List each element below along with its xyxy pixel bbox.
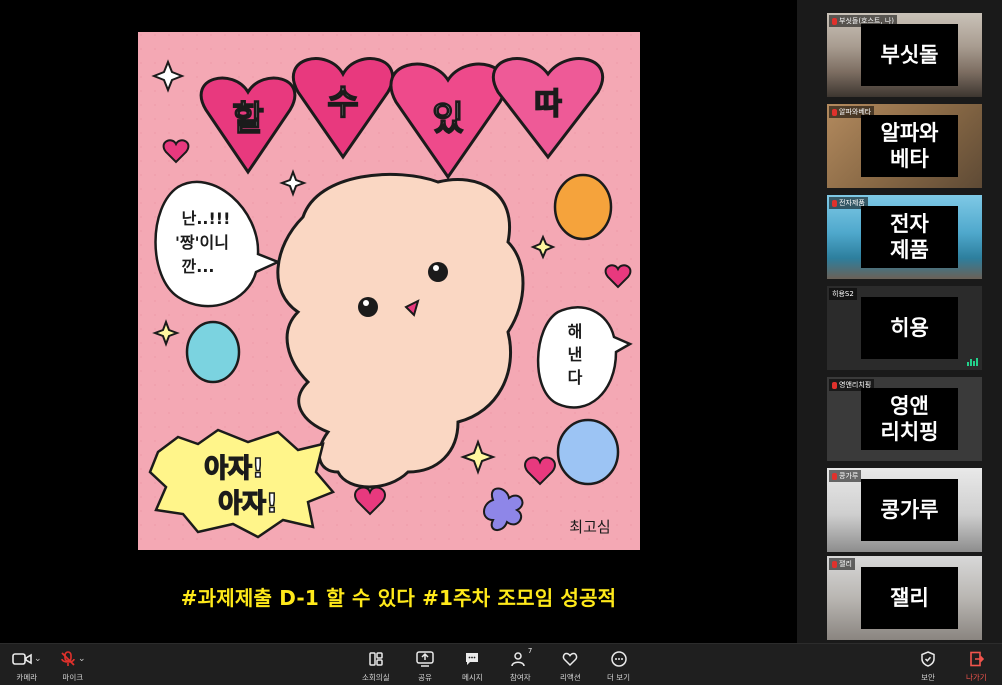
nickname-card: 히용 — [861, 297, 958, 359]
more-options-icon — [610, 651, 627, 667]
meeting-toolbar: ⌄ 카메라 ⌄ 마이크 소회의실 공유 메시지 7 참여자 리액션 더 보기 보… — [0, 643, 1002, 685]
participant-gallery[interactable]: 부싯돌(호스트, 나) 부싯돌 알파와베타 알파와 베타 전자제품 전자 제품 … — [797, 0, 1002, 643]
leave-button[interactable]: 나가기 — [966, 650, 987, 683]
nickname-card: 알파와 베타 — [861, 115, 958, 177]
participants-icon — [511, 652, 526, 667]
heart-letter-4: 따 — [534, 87, 562, 122]
muted-mic-icon — [832, 472, 837, 480]
participant-name: 잴리 — [829, 558, 855, 570]
speaking-indicator-icon — [967, 358, 978, 366]
nickname-card: 부싯돌 — [861, 24, 958, 86]
shared-image: 할 수 있 따 난..!!! '짱'이니 깐... 해 낸 다 아자! 아자! … — [138, 32, 640, 550]
muted-mic-icon — [832, 108, 837, 116]
share-button[interactable]: 공유 — [416, 650, 434, 683]
chat-button[interactable]: 메시지 — [462, 650, 483, 683]
shield-icon — [921, 651, 935, 667]
mic-button[interactable]: ⌄ 마이크 — [60, 650, 86, 683]
participant-tile[interactable]: 알파와베타 알파와 베타 — [827, 104, 982, 188]
participant-tile-active-speaker[interactable]: 히용S2 히용 — [827, 286, 982, 370]
chevron-down-icon[interactable]: ⌄ — [34, 654, 42, 664]
participant-name: 히용S2 — [829, 288, 857, 300]
shared-screen: 할 수 있 따 난..!!! '짱'이니 깐... 해 낸 다 아자! 아자! … — [0, 0, 797, 643]
security-button[interactable]: 보안 — [920, 650, 936, 683]
camera-button[interactable]: ⌄ 카메라 — [12, 650, 42, 683]
participants-button[interactable]: 7 참여자 — [510, 647, 533, 683]
muted-mic-icon — [832, 560, 837, 568]
participant-tile[interactable]: 전자제품 전자 제품 — [827, 195, 982, 279]
muted-mic-icon — [832, 17, 837, 25]
muted-mic-icon — [61, 651, 75, 666]
nickname-card: 콩가루 — [861, 479, 958, 541]
muted-mic-icon — [832, 199, 837, 207]
chevron-down-icon[interactable]: ⌄ — [78, 654, 86, 664]
participant-tile[interactable]: 잴리 잴리 — [827, 556, 982, 640]
nickname-card: 영앤 리치핑 — [861, 388, 958, 450]
heart-letter-3: 있 — [432, 99, 463, 139]
participant-tile[interactable]: 콩가루 콩가루 — [827, 468, 982, 552]
breakout-rooms-icon — [369, 652, 383, 666]
share-screen-icon — [416, 651, 434, 667]
more-button[interactable]: 더 보기 — [607, 650, 630, 683]
participant-tile[interactable]: 부싯돌(호스트, 나) 부싯돌 — [827, 13, 982, 97]
heart-letter-1: 할 — [232, 99, 263, 139]
nickname-card: 잴리 — [861, 567, 958, 629]
signature: 최고심 — [569, 518, 610, 536]
illustration: 할 수 있 따 난..!!! '짱'이니 깐... 해 낸 다 아자! 아자! … — [138, 32, 640, 550]
participants-count: 7 — [527, 647, 533, 655]
chat-bubble-icon — [466, 653, 479, 665]
video-camera-icon — [12, 653, 32, 665]
caption-text: #과제제출 D-1 할 수 있다 #1주차 조모임 성공적 — [180, 586, 617, 610]
leave-door-icon — [970, 651, 985, 667]
right-bubble-text: 해낸다 — [568, 322, 583, 387]
participant-tile[interactable]: 영앤리치핑 영앤 리치핑 — [827, 377, 982, 461]
participant-name: 콩가루 — [829, 470, 862, 482]
breakout-rooms-button[interactable]: 소회의실 — [362, 650, 390, 683]
heart-letter-2: 수 — [327, 83, 358, 123]
nickname-card: 전자 제품 — [861, 206, 958, 268]
heart-icon — [563, 652, 578, 667]
meeting-window: 할 수 있 따 난..!!! '짱'이니 깐... 해 낸 다 아자! 아자! … — [0, 0, 1002, 685]
reactions-button[interactable]: 리액션 — [560, 650, 581, 683]
muted-mic-icon — [832, 381, 837, 389]
